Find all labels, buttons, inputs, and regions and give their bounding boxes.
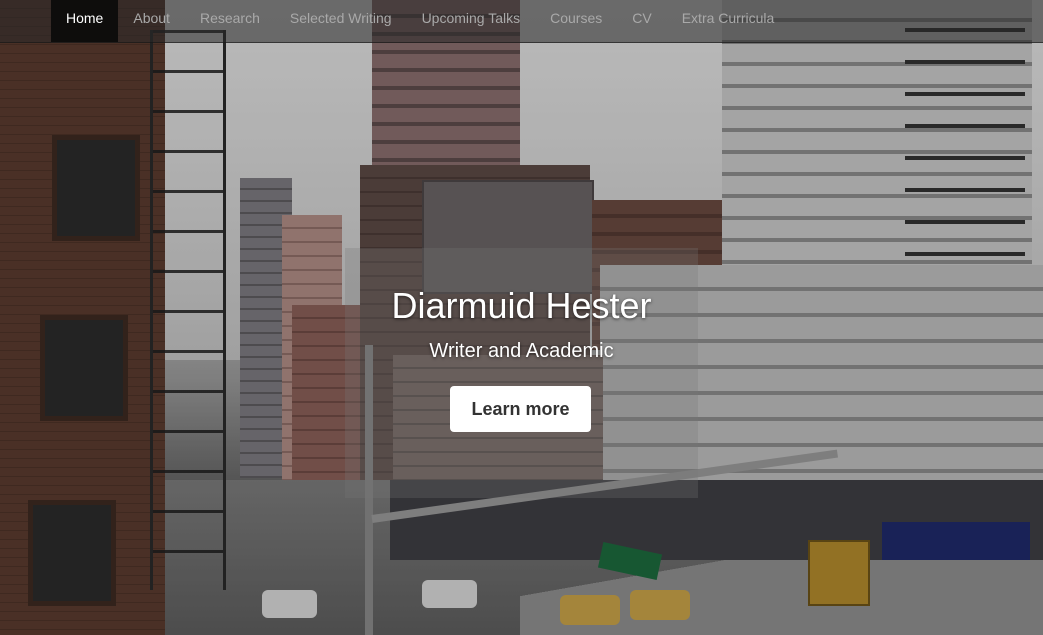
nav-item-home: Home [51, 0, 119, 42]
nav-item-courses: Courses [535, 0, 617, 42]
hero-subtitle: Writer and Academic [429, 340, 614, 362]
nav-link-research[interactable]: Research [185, 0, 275, 42]
nav-link-home[interactable]: Home [51, 0, 119, 42]
nav-item-extra-curricula: Extra Curricula [667, 0, 790, 42]
learn-more-button[interactable]: Learn more [450, 386, 591, 432]
nav-item-selected-writing: Selected Writing [275, 0, 407, 42]
nav-menu: Home About Research Selected Writing Upc… [0, 0, 1043, 42]
nav-item-upcoming-talks: Upcoming Talks [407, 0, 536, 42]
top-navbar: Home About Research Selected Writing Upc… [0, 0, 1043, 43]
hero-title: Diarmuid Hester [391, 285, 652, 326]
nav-link-courses[interactable]: Courses [535, 0, 617, 42]
nav-item-cv: CV [617, 0, 666, 42]
nav-link-selected-writing[interactable]: Selected Writing [275, 0, 407, 42]
nav-item-about: About [118, 0, 185, 42]
nav-item-research: Research [185, 0, 275, 42]
nav-link-extra-curricula[interactable]: Extra Curricula [667, 0, 790, 42]
nav-link-cv[interactable]: CV [617, 0, 666, 42]
nav-link-about[interactable]: About [118, 0, 185, 42]
nav-link-upcoming-talks[interactable]: Upcoming Talks [407, 0, 536, 42]
